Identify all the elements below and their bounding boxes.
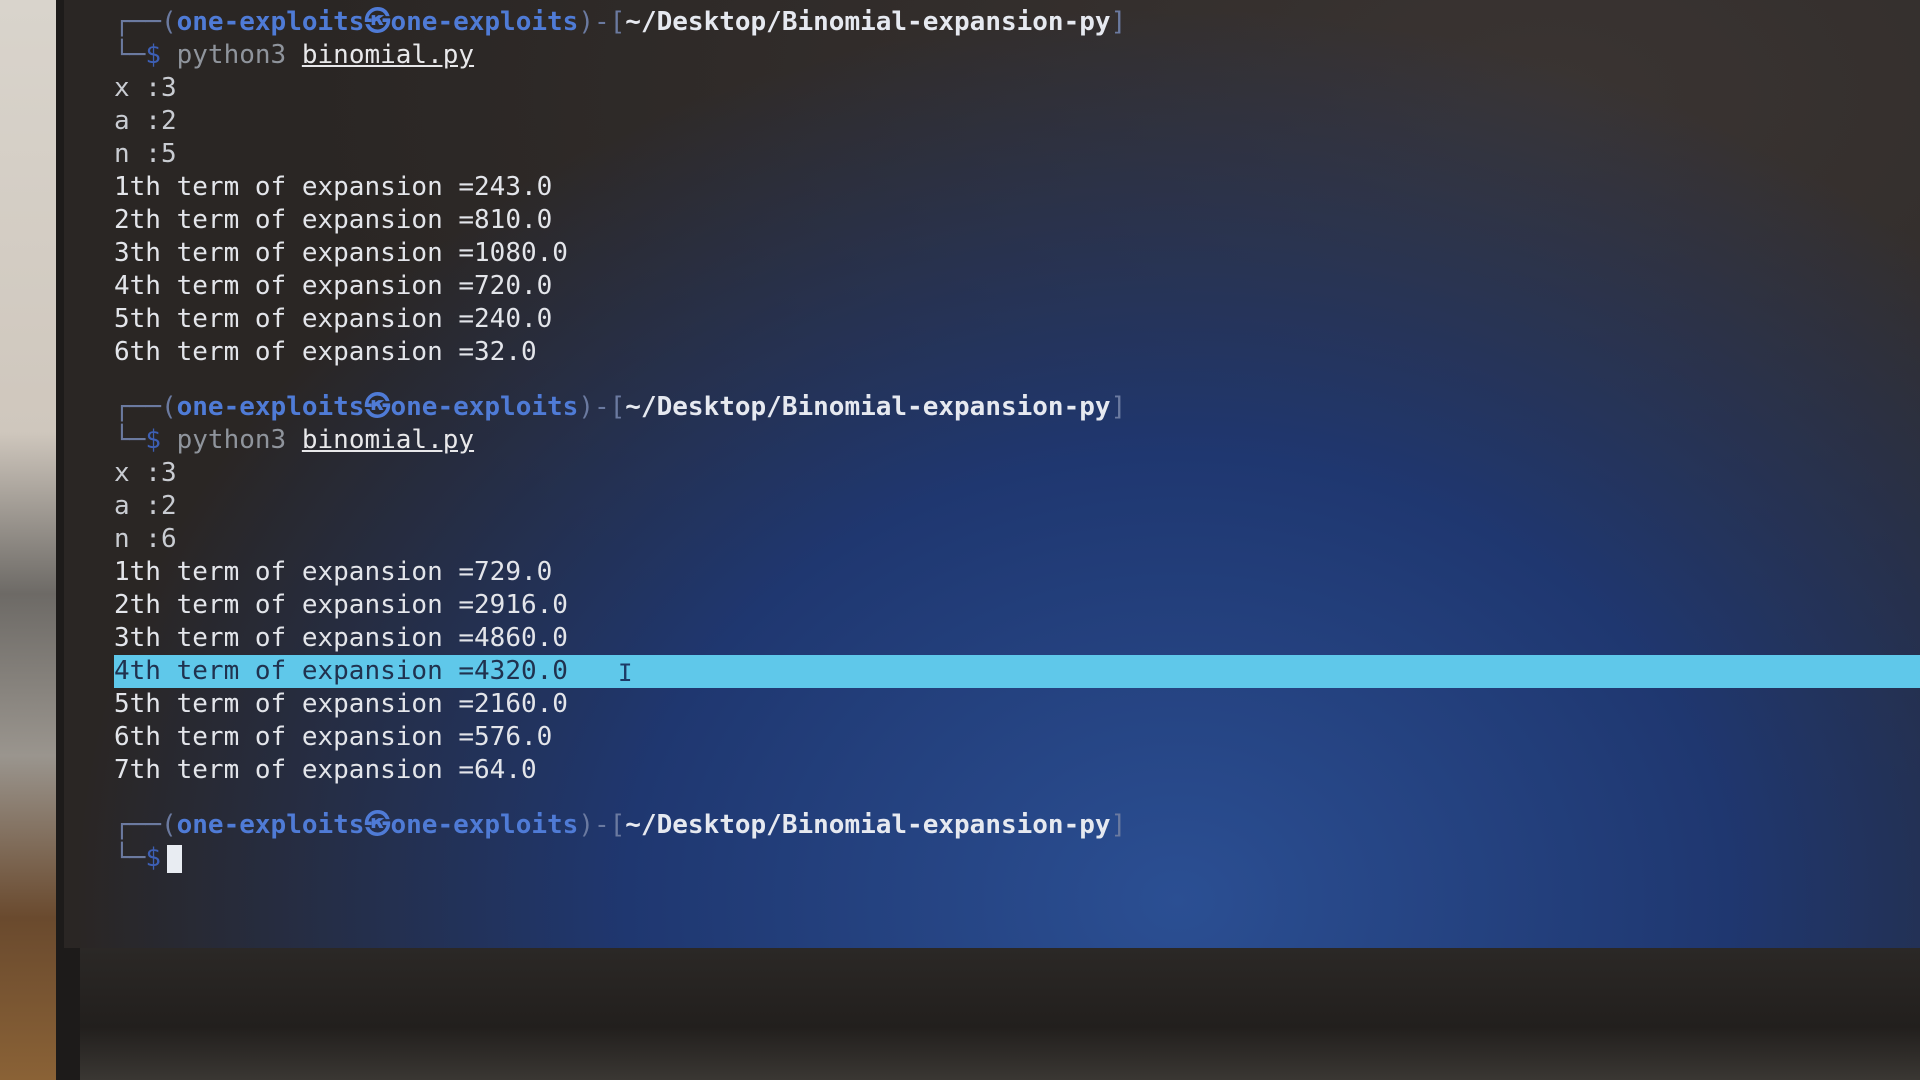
input-line: n :6 bbox=[114, 524, 177, 554]
active-command-line[interactable]: └─$ bbox=[114, 842, 1920, 875]
output-line: 3th term of expansion =4860.0 bbox=[114, 623, 568, 653]
terminal-window[interactable]: ┌──(one-exploits㉿one-exploits)-[~/Deskto… bbox=[64, 0, 1920, 948]
output-line: 7th term of expansion =64.0 bbox=[114, 755, 537, 785]
prompt-host: one-exploits bbox=[390, 7, 579, 37]
block-cursor[interactable] bbox=[166, 844, 182, 873]
output-line: 2th term of expansion =810.0 bbox=[114, 205, 553, 235]
command-argument[interactable]: binomial.py bbox=[302, 425, 474, 455]
text-cursor-icon: I bbox=[618, 659, 633, 687]
command-argument[interactable]: binomial.py bbox=[302, 40, 474, 70]
prompt-user: one-exploits bbox=[176, 7, 365, 37]
output-line: 6th term of expansion =576.0 bbox=[114, 722, 553, 752]
background-wall bbox=[0, 0, 64, 1080]
prompt-user: one-exploits bbox=[176, 810, 365, 840]
prompt-host: one-exploits bbox=[390, 392, 579, 422]
input-line: n :5 bbox=[114, 139, 177, 169]
command-name: python3 bbox=[176, 40, 287, 70]
input-line: a :2 bbox=[114, 491, 177, 521]
prompt-path: ~/Desktop/Binomial-expansion-py bbox=[625, 810, 1111, 840]
output-line: 4th term of expansion =720.0 bbox=[114, 271, 553, 301]
input-line: x :3 bbox=[114, 73, 177, 103]
input-line: x :3 bbox=[114, 458, 177, 488]
command-line: └─$ python3 binomial.py bbox=[114, 425, 475, 455]
prompt-line: ┌──(one-exploits㉿one-exploits)-[~/Deskto… bbox=[114, 392, 1127, 422]
output-line: 5th term of expansion =2160.0 bbox=[114, 689, 568, 719]
prompt-path: ~/Desktop/Binomial-expansion-py bbox=[625, 7, 1111, 37]
output-line: 5th term of expansion =240.0 bbox=[114, 304, 553, 334]
output-line: 1th term of expansion =243.0 bbox=[114, 172, 553, 202]
prompt-line: ┌──(one-exploits㉿one-exploits)-[~/Deskto… bbox=[114, 7, 1127, 37]
command-name: python3 bbox=[176, 425, 287, 455]
input-line: a :2 bbox=[114, 106, 177, 136]
prompt-line: ┌──(one-exploits㉿one-exploits)-[~/Deskto… bbox=[114, 810, 1127, 840]
output-line: 6th term of expansion =32.0 bbox=[114, 337, 537, 367]
monitor-bezel-bottom bbox=[80, 948, 1920, 1080]
output-line: 2th term of expansion =2916.0 bbox=[114, 590, 568, 620]
output-line: 1th term of expansion =729.0 bbox=[114, 557, 553, 587]
selected-output-line[interactable]: 4th term of expansion =4320.0 I bbox=[114, 655, 1920, 688]
command-line: └─$ python3 binomial.py bbox=[114, 40, 475, 70]
prompt-host: one-exploits bbox=[390, 810, 579, 840]
output-line: 3th term of expansion =1080.0 bbox=[114, 238, 568, 268]
prompt-user: one-exploits bbox=[176, 392, 365, 422]
terminal-output[interactable]: ┌──(one-exploits㉿one-exploits)-[~/Deskto… bbox=[114, 6, 1920, 875]
prompt-path: ~/Desktop/Binomial-expansion-py bbox=[625, 392, 1111, 422]
